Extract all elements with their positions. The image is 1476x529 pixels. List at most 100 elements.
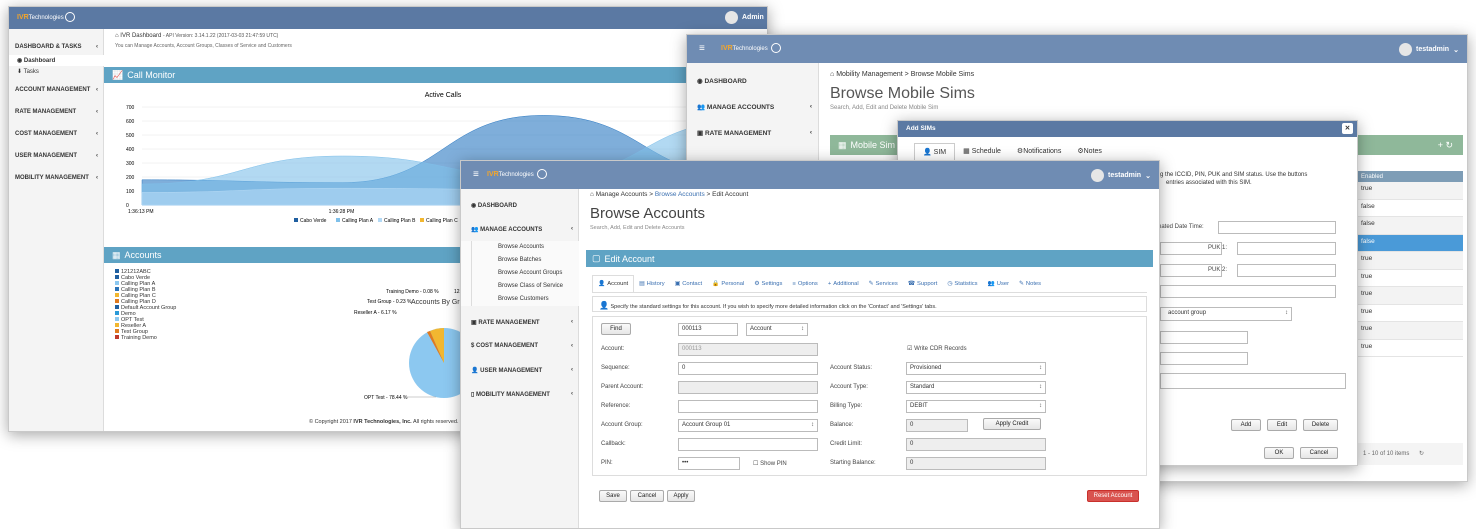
submenu-item[interactable]: Browse Account Groups <box>471 267 579 280</box>
table-row[interactable]: true <box>1355 182 1463 200</box>
reference-input[interactable] <box>678 400 818 413</box>
sidebar-item-dashboard[interactable]: ◉ DASHBOARD <box>697 77 747 85</box>
sidebar-user-management[interactable]: USER MANAGEMENT ‹ <box>9 145 104 167</box>
sidebar-account-management[interactable]: ACCOUNT MANAGEMENT ‹ <box>9 79 104 101</box>
starting-balance-input[interactable]: 0 <box>906 457 1046 470</box>
account-input[interactable]: 000113 <box>678 343 818 356</box>
sidebar-item-manage-accounts[interactable]: 👥 MANAGE ACCOUNTS ‹ <box>697 103 812 111</box>
tab-services[interactable]: ✎ Services <box>864 275 903 292</box>
sidebar-item-rate-management[interactable]: ▣ RATE MANAGEMENT ‹ <box>697 129 812 137</box>
field-b-input[interactable] <box>1160 352 1248 365</box>
submenu-item[interactable]: Browse Batches <box>471 254 579 267</box>
add-refresh-icons[interactable]: + ↻ <box>1438 140 1453 151</box>
tab-history[interactable]: ▤ History <box>634 275 670 292</box>
reset-account-button[interactable]: Reset Account <box>1087 490 1139 502</box>
table-row[interactable]: false <box>1355 217 1463 235</box>
add-button[interactable]: Add <box>1231 419 1261 431</box>
page-subtitle: Search, Add, Edit and Delete Accounts <box>590 225 685 231</box>
submenu-item[interactable]: Browse Accounts <box>471 241 579 254</box>
table-row[interactable]: true <box>1355 304 1463 322</box>
breadcrumb-link[interactable]: Browse Accounts <box>655 191 705 198</box>
sidebar-item-dashboard[interactable]: ◉ DASHBOARD <box>471 202 517 209</box>
tab-personal[interactable]: 🔒 Personal <box>707 275 749 292</box>
find-type-select[interactable]: Account <box>746 323 808 336</box>
sidebar-cost-management[interactable]: COST MANAGEMENT ‹ <box>9 123 104 145</box>
legend-swatch <box>294 218 298 222</box>
sidebar-item-user-management[interactable]: 👤 USER MANAGEMENT ‹ <box>471 367 573 374</box>
billing-type-select[interactable]: DEBIT <box>906 400 1046 413</box>
cancel-button[interactable]: Cancel <box>630 490 664 502</box>
table-row[interactable]: true <box>1355 339 1463 357</box>
user-menu[interactable]: testadmin ⌄ <box>1091 169 1151 182</box>
puk1-input[interactable] <box>1237 242 1336 255</box>
legend-swatch <box>115 275 119 279</box>
user-menu[interactable]: Admin <box>725 11 764 24</box>
breadcrumb: ⌂ Manage Accounts > Browse Accounts > Ed… <box>590 191 749 198</box>
sidebar-mobility-management[interactable]: MOBILITY MANAGEMENT ‹ <box>9 167 104 189</box>
table-row[interactable]: true <box>1355 287 1463 305</box>
table-row[interactable]: false <box>1355 234 1463 252</box>
parent-account-input[interactable] <box>678 381 818 394</box>
close-icon[interactable]: ✕ <box>1342 123 1353 134</box>
menu-icon[interactable]: ≡ <box>699 43 705 54</box>
tab-options[interactable]: ≡ Options <box>787 275 822 292</box>
sequence-input[interactable]: 0 <box>678 362 818 375</box>
table-row[interactable]: true <box>1355 252 1463 270</box>
tab-account[interactable]: 👤 Account <box>592 275 635 292</box>
ok-button[interactable]: OK <box>1264 447 1294 459</box>
sidebar-item-cost-management[interactable]: $ COST MANAGEMENT ‹ <box>471 343 573 349</box>
credit-limit-input[interactable]: 0 <box>906 438 1046 451</box>
table-row[interactable]: true <box>1355 322 1463 340</box>
tab-support[interactable]: ☎ Support <box>903 275 943 292</box>
tab-additional[interactable]: + Additional <box>823 275 864 292</box>
sidebar-rate-management[interactable]: RATE MANAGEMENT ‹ <box>9 101 104 123</box>
account-type-select[interactable]: Standard <box>906 381 1046 394</box>
user-menu[interactable]: testadmin ⌄ <box>1399 43 1459 56</box>
table-row[interactable]: true <box>1355 269 1463 287</box>
balance-input[interactable]: 0 <box>906 419 968 432</box>
find-button[interactable]: Find <box>601 323 631 335</box>
notes-textarea[interactable] <box>1160 373 1346 389</box>
save-button[interactable]: Save <box>599 490 627 502</box>
tab-notes[interactable]: ✎ Notes <box>1014 275 1046 292</box>
cancel-button[interactable]: Cancel <box>1300 447 1338 459</box>
sidebar-item-tasks[interactable]: ⬇ Tasks <box>9 66 104 77</box>
edit-button[interactable]: Edit <box>1267 419 1297 431</box>
apply-button[interactable]: Apply <box>667 490 695 502</box>
account-status-select[interactable]: Provisioned <box>906 362 1046 375</box>
tab-sim[interactable]: 👤 SIM <box>914 143 956 161</box>
account-group-select[interactable]: account group <box>1160 307 1292 321</box>
show-pin-checkbox[interactable]: ☐ Show PIN <box>753 460 787 467</box>
puk2-input[interactable] <box>1237 264 1336 277</box>
submenu-item[interactable]: Browse Class of Service <box>471 280 579 293</box>
status-input[interactable] <box>1160 285 1336 298</box>
tab-notifications[interactable]: ⚙Notifications <box>1009 143 1069 161</box>
sidebar-dashboard-tasks[interactable]: DASHBOARD & TASKS ‹ <box>9 39 104 55</box>
tab-notes[interactable]: ⚙Notes <box>1069 143 1110 161</box>
account-group-select[interactable]: Account Group 01 <box>678 419 818 432</box>
tab-settings[interactable]: ⚙ Settings <box>749 275 787 292</box>
delete-button[interactable]: Delete <box>1303 419 1338 431</box>
tab-contact[interactable]: ▣ Contact <box>670 275 707 292</box>
sidebar-item-mobility-management[interactable]: ▯ MOBILITY MANAGEMENT ‹ <box>471 391 573 398</box>
sidebar-item-rate-management[interactable]: ▣ RATE MANAGEMENT ‹ <box>471 319 573 326</box>
callback-input[interactable] <box>678 438 818 451</box>
submenu-item[interactable]: Browse Customers <box>471 293 579 306</box>
checkbox-icon: ☑ <box>907 346 913 352</box>
date-input[interactable] <box>1218 221 1336 234</box>
pin-input[interactable]: ••• <box>678 457 740 470</box>
refresh-icon[interactable]: ↻ <box>1419 451 1424 457</box>
sidebar-item-dashboard[interactable]: ◉ Dashboard <box>9 55 104 66</box>
tab-user[interactable]: 👥 User <box>983 275 1014 292</box>
apply-credit-button[interactable]: Apply Credit <box>983 418 1041 430</box>
sidebar-item-manage-accounts[interactable]: 👥 MANAGE ACCOUNTS ‹ <box>471 226 573 233</box>
write-cdr-checkbox[interactable]: ☑ Write CDR Records <box>907 345 967 352</box>
starting-balance-label: Starting Balance: <box>830 460 876 466</box>
legend-label: Calling Plan C <box>426 218 458 224</box>
menu-icon[interactable]: ≡ <box>473 169 479 180</box>
find-input[interactable]: 000113 <box>678 323 738 336</box>
table-row[interactable]: false <box>1355 199 1463 217</box>
tab-statistics[interactable]: ◷ Statistics <box>942 275 982 292</box>
field-a-input[interactable] <box>1160 331 1248 344</box>
tab-schedule[interactable]: ▦ Schedule <box>955 143 1009 161</box>
